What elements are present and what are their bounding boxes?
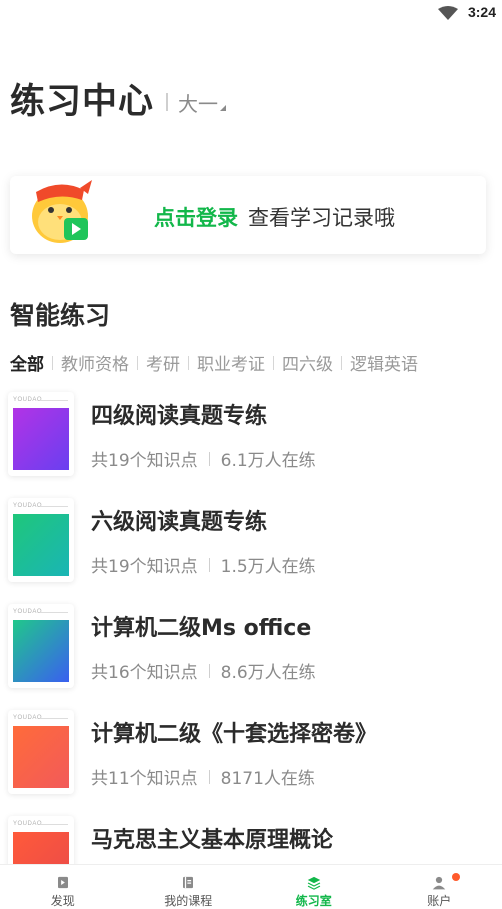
divider bbox=[341, 355, 342, 370]
tab-label: 我的课程 bbox=[164, 894, 213, 908]
section-title: 智能练习 bbox=[10, 301, 111, 330]
divider bbox=[208, 557, 210, 572]
course-thumbnail: YOUDAO bbox=[8, 392, 74, 476]
knowledge-count: 共19个知识点 bbox=[91, 451, 198, 471]
course-item[interactable]: YOUDAO 计算机二级Ms office 共16个知识点 8.6万人在练 bbox=[0, 604, 502, 700]
brand-label: YOUDAO bbox=[13, 715, 43, 721]
course-title: 四级阅读真题专练 bbox=[91, 404, 268, 429]
learner-count: 8.6万人在练 bbox=[220, 663, 316, 683]
course-title: 六级阅读真题专练 bbox=[91, 510, 268, 535]
filter-tab-logic-english[interactable]: 逻辑英语 bbox=[350, 350, 418, 375]
divider bbox=[166, 93, 169, 111]
tab-discover[interactable]: 发现 bbox=[0, 865, 126, 909]
divider bbox=[40, 824, 68, 825]
login-link[interactable]: 点击登录 bbox=[154, 206, 238, 230]
course-cover bbox=[13, 514, 69, 576]
mascot-chick-icon bbox=[32, 180, 92, 243]
status-bar: 3:24 bbox=[0, 0, 502, 26]
discover-icon bbox=[57, 876, 68, 889]
divider bbox=[40, 506, 68, 507]
filter-tab-cet[interactable]: 四六级 bbox=[282, 350, 333, 375]
divider bbox=[137, 355, 138, 370]
divider bbox=[208, 769, 210, 784]
divider bbox=[188, 355, 189, 370]
course-cover bbox=[13, 408, 69, 470]
bottom-tab-bar: 发现 我的课程 练习室 账户 bbox=[0, 864, 502, 909]
filter-tabs: 全部 教师资格 考研 职业考证 四六级 逻辑英语 bbox=[10, 350, 418, 375]
brand-label: YOUDAO bbox=[13, 821, 43, 827]
knowledge-count: 共19个知识点 bbox=[91, 557, 198, 577]
course-meta: 共19个知识点 1.5万人在练 bbox=[91, 552, 316, 577]
grade-selector[interactable]: 大一 bbox=[166, 90, 227, 116]
user-icon bbox=[433, 876, 446, 890]
divider bbox=[208, 663, 210, 678]
knowledge-count: 共11个知识点 bbox=[91, 769, 198, 789]
login-hint: 查看学习记录哦 bbox=[248, 206, 395, 230]
wifi-icon bbox=[438, 6, 458, 20]
course-title: 计算机二级Ms office bbox=[91, 616, 312, 641]
course-cover bbox=[13, 620, 69, 682]
course-meta: 共11个知识点 8171人在练 bbox=[91, 764, 315, 789]
course-item[interactable]: YOUDAO 六级阅读真题专练 共19个知识点 1.5万人在练 bbox=[0, 498, 502, 594]
knowledge-count: 共16个知识点 bbox=[91, 663, 198, 683]
divider bbox=[52, 355, 53, 370]
divider bbox=[40, 400, 68, 401]
tab-label: 练习室 bbox=[295, 894, 332, 908]
divider bbox=[273, 355, 274, 370]
filter-tab-career[interactable]: 职业考证 bbox=[197, 350, 265, 375]
course-item[interactable]: YOUDAO 四级阅读真题专练 共19个知识点 6.1万人在练 bbox=[0, 392, 502, 488]
status-time: 3:24 bbox=[467, 4, 496, 20]
caret-down-icon bbox=[220, 105, 227, 111]
stack-icon bbox=[307, 876, 320, 890]
course-cover bbox=[13, 726, 69, 788]
learner-count: 8171人在练 bbox=[220, 769, 315, 789]
brand-label: YOUDAO bbox=[13, 609, 43, 615]
course-meta: 共19个知识点 6.1万人在练 bbox=[91, 446, 316, 471]
notification-badge bbox=[451, 873, 460, 881]
course-title: 计算机二级《十套选择密卷》 bbox=[91, 722, 378, 747]
tab-practice-room[interactable]: 练习室 bbox=[251, 865, 377, 909]
divider bbox=[40, 612, 68, 613]
notebook-icon bbox=[183, 876, 194, 889]
tab-label: 账户 bbox=[427, 894, 452, 908]
learner-count: 6.1万人在练 bbox=[220, 451, 316, 471]
course-meta: 共16个知识点 8.6万人在练 bbox=[91, 658, 316, 683]
course-thumbnail: YOUDAO bbox=[8, 498, 74, 582]
tab-account[interactable]: 账户 bbox=[377, 865, 502, 909]
header: 练习中心 大一 bbox=[10, 80, 227, 124]
filter-tab-all[interactable]: 全部 bbox=[10, 350, 44, 375]
course-item[interactable]: YOUDAO 计算机二级《十套选择密卷》 共11个知识点 8171人在练 bbox=[0, 710, 502, 806]
course-thumbnail: YOUDAO bbox=[8, 710, 74, 794]
course-title: 马克思主义基本原理概论 bbox=[91, 828, 334, 853]
login-text: 点击登录 查看学习记录哦 bbox=[154, 202, 395, 232]
course-thumbnail: YOUDAO bbox=[8, 604, 74, 688]
filter-tab-teacher[interactable]: 教师资格 bbox=[61, 350, 129, 375]
filter-tab-postgrad[interactable]: 考研 bbox=[146, 350, 180, 375]
divider bbox=[40, 718, 68, 719]
brand-label: YOUDAO bbox=[13, 503, 43, 509]
brand-label: YOUDAO bbox=[13, 397, 43, 403]
page-title: 练习中心 bbox=[10, 82, 155, 122]
tab-label: 发现 bbox=[50, 894, 75, 908]
login-card[interactable]: 点击登录 查看学习记录哦 bbox=[10, 176, 486, 254]
grade-label: 大一 bbox=[178, 91, 219, 116]
learner-count: 1.5万人在练 bbox=[220, 557, 316, 577]
divider bbox=[208, 451, 210, 466]
tab-my-courses[interactable]: 我的课程 bbox=[126, 865, 252, 909]
